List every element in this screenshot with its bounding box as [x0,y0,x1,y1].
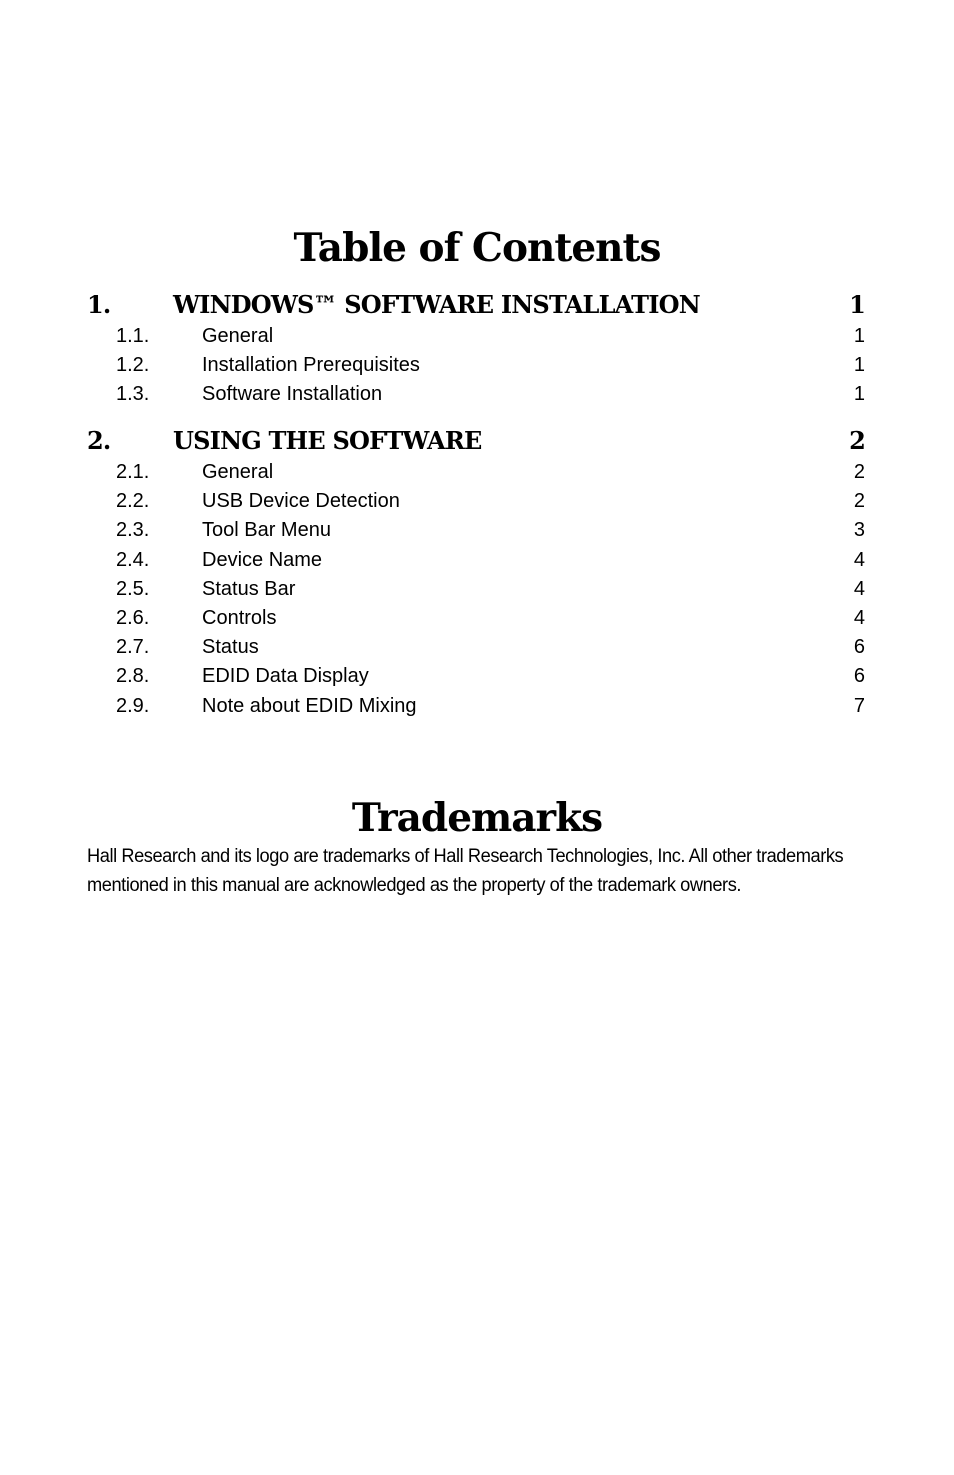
toc-entry-2-1[interactable]: 2.1. General 2 [0,458,954,487]
toc-section-title: USING THE SOFTWARE [173,426,482,455]
toc-section-page: 1 [849,290,866,319]
toc-section-1[interactable]: 1. WINDOWS™ SOFTWARE INSTALLATION 1 [0,290,954,319]
toc-entry-title: General [202,325,274,347]
toc-entry-title: EDID Data Display [202,665,369,687]
toc-entry-page: 6 [853,636,865,658]
toc-entry-title: Software Installation [202,383,383,405]
toc-entry-page: 1 [853,354,865,376]
toc-entry-number: 1.2. [116,354,150,376]
toc-entry-title: Tool Bar Menu [202,519,331,541]
toc-section-number: 1. [87,290,111,319]
toc-entry-1-3[interactable]: 1.3. Software Installation 1 [0,380,954,409]
toc-entry-page: 4 [853,549,865,571]
document-page: Table of Contents 1. WINDOWS™ SOFTWARE I… [0,0,954,1475]
toc-section-2[interactable]: 2. USING THE SOFTWARE 2 [0,426,954,455]
toc-entry-2-9[interactable]: 2.9. Note about EDID Mixing 7 [0,692,954,721]
toc-heading: Table of Contents [293,225,662,271]
toc-entry-2-8[interactable]: 2.8. EDID Data Display 6 [0,662,954,691]
toc-section-title: WINDOWS™ SOFTWARE INSTALLATION [173,290,701,319]
toc-entry-number: 2.8. [116,665,150,687]
toc-entry-2-2[interactable]: 2.2. USB Device Detection 2 [0,487,954,516]
toc-entry-title: Controls [202,607,277,629]
toc-entry-page: 4 [853,607,865,629]
toc-entry-2-5[interactable]: 2.5. Status Bar 4 [0,575,954,604]
toc-entry-2-7[interactable]: 2.7. Status 6 [0,633,954,662]
trademarks-paragraph: Hall Research and its logo are trademark… [87,846,844,896]
toc-entry-1-2[interactable]: 1.2. Installation Prerequisites 1 [0,351,954,380]
toc-entry-title: Installation Prerequisites [202,354,420,376]
toc-entry-1-1[interactable]: 1.1. General 1 [0,322,954,351]
toc-entry-page: 3 [853,519,865,541]
toc-entry-title: Note about EDID Mixing [202,695,417,717]
toc-entry-number: 2.5. [116,578,150,600]
toc-entry-number: 2.9. [116,695,150,717]
toc-entry-number: 2.4. [116,549,150,571]
toc-section-number: 2. [87,426,111,455]
trademarks-heading: Trademarks [351,795,603,841]
toc-entry-title: Device Name [202,549,323,571]
toc-entry-number: 1.3. [116,383,150,405]
toc-entry-page: 4 [853,578,865,600]
toc-entry-number: 2.6. [116,607,150,629]
toc-entry-2-3[interactable]: 2.3. Tool Bar Menu 3 [0,516,954,545]
toc-entry-page: 2 [853,461,865,483]
toc-entry-title: Status Bar [202,578,296,600]
toc-entry-title: General [202,461,274,483]
toc-entry-number: 2.3. [116,519,150,541]
toc-entry-page: 1 [853,383,865,405]
toc-entry-title: Status [202,636,259,658]
toc-entry-page: 7 [853,695,865,717]
toc-entry-number: 2.1. [116,461,150,483]
toc-entry-number: 2.7. [116,636,150,658]
toc-entry-2-4[interactable]: 2.4. Device Name 4 [0,546,954,575]
toc-entry-title: USB Device Detection [202,490,400,512]
toc-entry-number: 1.1. [116,325,150,347]
toc-entry-2-6[interactable]: 2.6. Controls 4 [0,604,954,633]
toc-entry-page: 6 [853,665,865,687]
toc-entry-number: 2.2. [116,490,150,512]
toc-entry-page: 1 [853,325,865,347]
toc-entry-page: 2 [853,490,865,512]
toc-section-page: 2 [849,426,866,455]
